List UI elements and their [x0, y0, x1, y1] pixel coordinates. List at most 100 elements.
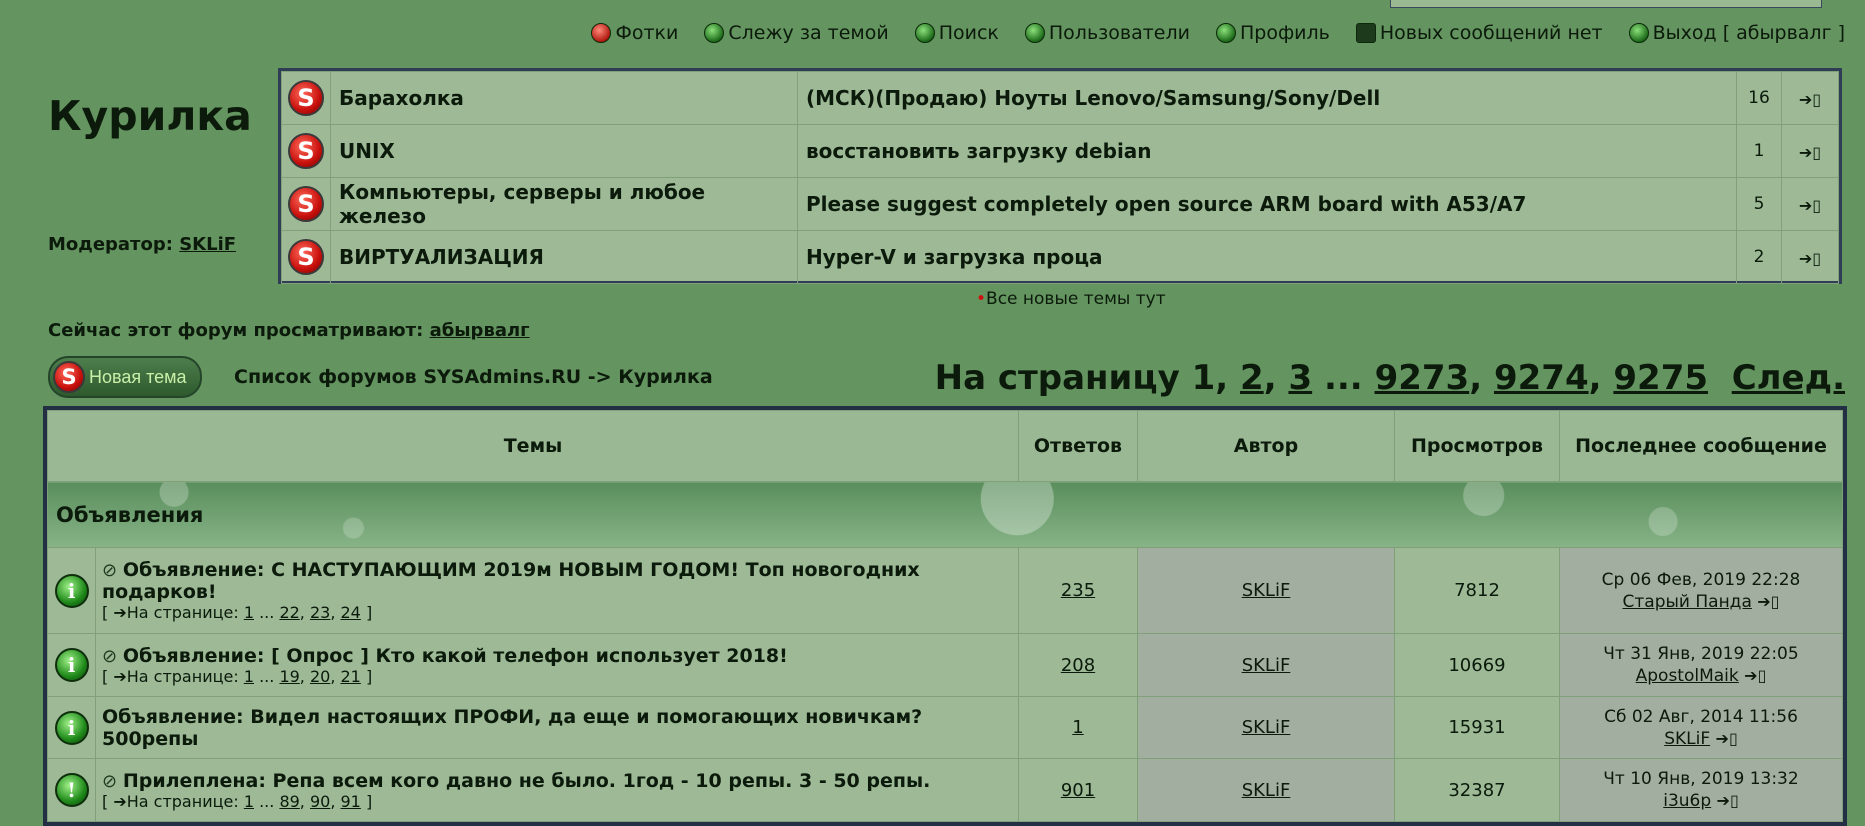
page-link[interactable]: 22: [279, 603, 299, 622]
nav-search[interactable]: Поиск: [914, 22, 999, 44]
goto-last-icon[interactable]: ➔▯: [1781, 71, 1839, 125]
last-post-user[interactable]: Старый Панда: [1623, 592, 1752, 612]
views-count: 15931: [1394, 696, 1560, 759]
nav-photos[interactable]: Фотки: [591, 22, 678, 44]
pagination-ellipsis: ...: [1323, 358, 1363, 398]
new-topic-row: S Компьютеры, серверы и любое железо Ple…: [281, 177, 1839, 231]
forum-s-icon: S: [288, 186, 324, 222]
new-topic-count: 5: [1736, 177, 1782, 231]
last-post-user[interactable]: SKLiF: [1664, 729, 1710, 749]
category-row: Объявления: [47, 481, 1843, 548]
topic-pages: [ ➔На странице: 1 ... 89, 90, 91 ]: [102, 791, 373, 811]
new-topic-title[interactable]: восстановить загрузку debian: [797, 124, 1737, 178]
page-link[interactable]: 23: [310, 603, 330, 622]
photo-icon: [591, 23, 612, 43]
mail-icon: [1355, 23, 1376, 43]
announcement-icon: i: [54, 710, 89, 745]
topic-title-link[interactable]: Объявление: С НАСТУПАЮЩИМ 2019м НОВЫМ ГО…: [102, 559, 920, 603]
announcement-icon: i: [54, 648, 89, 682]
goto-page-icon: ➔: [113, 666, 127, 686]
page-link[interactable]: 24: [341, 603, 361, 622]
goto-last-icon[interactable]: ➔▯: [1744, 666, 1766, 685]
all-new-topics-link[interactable]: •Все новые темы тут: [976, 289, 1166, 309]
new-topic-button[interactable]: S Новая тема: [48, 356, 202, 398]
author-link[interactable]: SKLiF: [1242, 655, 1291, 676]
search-icon: [914, 23, 935, 43]
new-topic-title[interactable]: (МСК)(Продаю) Ноуты Lenovo/Samsung/Sony/…: [797, 71, 1737, 125]
new-topic-forum[interactable]: Барахолка: [330, 71, 798, 125]
nav-label: Профиль: [1239, 22, 1330, 44]
announcement-icon: i: [54, 573, 89, 608]
nav-messages[interactable]: Новых сообщений нет: [1355, 22, 1603, 44]
author-link[interactable]: SKLiF: [1242, 717, 1291, 738]
topic-title-link[interactable]: Объявление: Видел настоящих ПРОФИ, да ещ…: [102, 706, 922, 750]
author-link[interactable]: SKLiF: [1242, 780, 1291, 801]
topic-pages: [ ➔На странице: 1 ... 22, 23, 24 ]: [102, 603, 373, 622]
pagination-prefix: На страницу: [934, 358, 1180, 398]
replies-link[interactable]: 901: [1061, 780, 1095, 801]
nav-label: Слежу за темой: [728, 22, 889, 44]
replies-link[interactable]: 208: [1061, 655, 1095, 676]
page-link[interactable]: 90: [310, 792, 330, 811]
page-link[interactable]: 9273: [1375, 358, 1470, 398]
views-count: 32387: [1394, 758, 1560, 822]
new-topic-title[interactable]: Please suggest completely open source AR…: [797, 177, 1737, 231]
replies-link[interactable]: 235: [1061, 580, 1095, 601]
new-topic-title[interactable]: Hyper-V и загрузка проца: [797, 230, 1737, 284]
page-link[interactable]: 19: [279, 667, 299, 686]
views-count: 10669: [1394, 633, 1560, 697]
table-row: ! ⊘ Прилеплена: Репа всем кого давно не …: [47, 758, 1843, 822]
breadcrumb[interactable]: Список форумов SYSAdmins.RU -> Курилка: [234, 366, 713, 388]
topic-title-link[interactable]: Объявление: [ Опрос ] Кто какой телефон …: [123, 645, 788, 667]
moderator-link[interactable]: SKLiF: [179, 234, 236, 255]
nav-profile[interactable]: Профиль: [1215, 22, 1330, 44]
forum-s-icon: S: [288, 80, 324, 116]
forum-s-icon: S: [288, 239, 324, 275]
page-link[interactable]: 1: [244, 792, 254, 811]
page-link[interactable]: 9275: [1613, 358, 1708, 398]
goto-last-icon[interactable]: ➔▯: [1716, 729, 1738, 748]
goto-last-icon[interactable]: ➔▯: [1757, 592, 1779, 611]
next-page-link[interactable]: След.: [1732, 358, 1845, 398]
goto-last-icon[interactable]: ➔▯: [1717, 791, 1739, 810]
last-post-user[interactable]: ApostolMaik: [1636, 666, 1739, 686]
new-topic-forum[interactable]: Компьютеры, серверы и любое железо: [330, 177, 798, 231]
nav-users[interactable]: Пользователи: [1024, 22, 1190, 44]
page-link[interactable]: 2: [1240, 358, 1264, 398]
goto-last-icon[interactable]: ➔▯: [1781, 124, 1839, 178]
page-link[interactable]: 1: [244, 667, 254, 686]
profile-icon: [1215, 23, 1236, 43]
nav-label: Пользователи: [1048, 22, 1190, 44]
header-author: Автор: [1137, 410, 1395, 482]
last-post-date: Чт 10 Янв, 2019 13:32: [1603, 769, 1799, 789]
page-link[interactable]: 91: [341, 792, 361, 811]
new-topic-forum[interactable]: UNIX: [330, 124, 798, 178]
top-search-box[interactable]: [1390, 0, 1822, 8]
topic-title-link[interactable]: Прилеплена: Репа всем кого давно не было…: [123, 770, 931, 792]
goto-last-icon[interactable]: ➔▯: [1781, 177, 1839, 231]
goto-page-icon: ➔: [113, 603, 127, 622]
page-link[interactable]: 21: [341, 667, 361, 686]
nav-label: Выход [ абырвалг ]: [1652, 22, 1845, 44]
replies-link[interactable]: 1: [1072, 717, 1083, 738]
nav-logout[interactable]: Выход [ абырвалг ]: [1628, 22, 1845, 44]
new-topic-count: 16: [1736, 71, 1782, 125]
author-link[interactable]: SKLiF: [1242, 580, 1291, 601]
page-link[interactable]: 89: [279, 792, 299, 811]
new-topic-forum[interactable]: ВИРТУАЛИЗАЦИЯ: [330, 230, 798, 284]
viewing-user-link[interactable]: абырвалг: [430, 320, 530, 341]
forum-s-icon: S: [53, 361, 85, 393]
new-topics-box: S Барахолка (МСК)(Продаю) Ноуты Lenovo/S…: [278, 68, 1842, 284]
last-post-user[interactable]: i3u6p: [1663, 791, 1711, 811]
new-topic-row: S UNIX восстановить загрузку debian 1 ➔▯: [281, 124, 1839, 178]
page-link[interactable]: 20: [310, 667, 330, 686]
category-title[interactable]: Объявления: [47, 481, 1843, 548]
page-link[interactable]: 9274: [1494, 358, 1589, 398]
logout-icon: [1628, 23, 1649, 43]
page-link[interactable]: 1: [244, 603, 254, 622]
goto-last-icon[interactable]: ➔▯: [1781, 230, 1839, 284]
table-row: i ⊘ Объявление: С НАСТУПАЮЩИМ 2019м НОВЫ…: [47, 547, 1843, 634]
page-link[interactable]: 3: [1288, 358, 1312, 398]
topics-table: Темы Ответов Автор Просмотров Последнее …: [43, 406, 1847, 826]
nav-watched[interactable]: Слежу за темой: [704, 22, 889, 44]
